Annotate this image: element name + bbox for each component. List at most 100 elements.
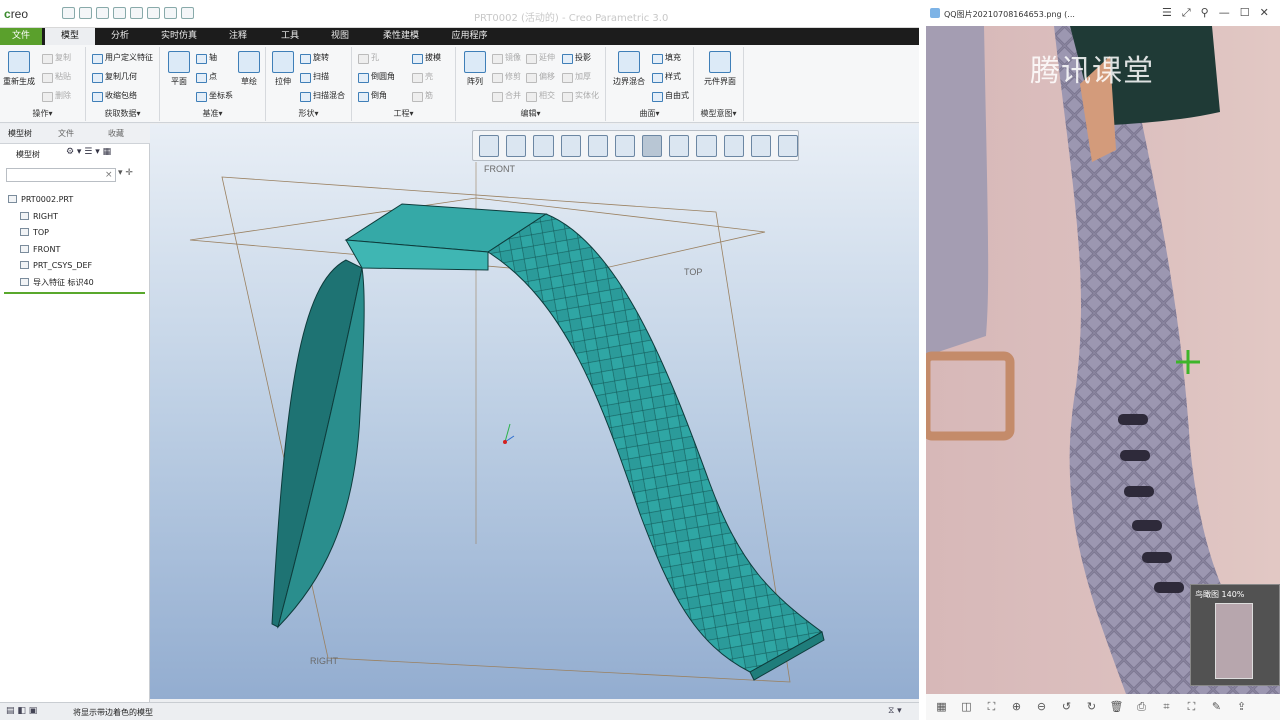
tab-annotate[interactable]: 注释 (218, 28, 258, 45)
tree-item-right[interactable]: RIGHT (0, 209, 150, 226)
top-plane-label[interactable]: TOP (684, 267, 702, 277)
group-label[interactable]: 模型意图▾ (694, 108, 743, 119)
regenerate-button[interactable]: 重新生成 (2, 51, 36, 87)
delete-button[interactable]: 删除 (42, 90, 71, 102)
tab-file[interactable]: 文件 (0, 28, 42, 45)
extend-button[interactable]: 延伸 (526, 52, 555, 64)
chamfer-button[interactable]: 倒角 (358, 90, 387, 102)
copy-geometry-button[interactable]: 复制几何 (92, 71, 137, 83)
zoom-in-icon[interactable]: ⊕ (1009, 700, 1024, 714)
udf-button[interactable]: 用户定义特征 (92, 52, 153, 64)
navigator-thumbnail[interactable]: 鸟瞰图 140% (1190, 584, 1280, 686)
axis-display-icon[interactable] (696, 134, 717, 157)
thicken-button[interactable]: 加厚 (562, 71, 591, 83)
grid-icon[interactable]: ▦ (934, 700, 949, 714)
tab-analysis[interactable]: 分析 (100, 28, 140, 45)
windows-icon[interactable] (164, 7, 177, 19)
zoom-out-icon[interactable] (533, 134, 554, 157)
point-button[interactable]: 点 (196, 71, 217, 83)
share-icon[interactable]: ⇪ (1234, 700, 1249, 714)
point-display-icon[interactable] (723, 134, 744, 157)
edit-icon[interactable]: ✎ (1209, 700, 1224, 714)
style-button[interactable]: 样式 (652, 71, 681, 83)
tree-item-csys[interactable]: PRT_CSYS_DEF (0, 258, 150, 275)
trim-button[interactable]: 修剪 (492, 71, 521, 83)
plane-button[interactable]: 平面 (162, 51, 196, 87)
tab-model-tree[interactable]: 模型树 (8, 128, 32, 139)
fill-button[interactable]: 填充 (652, 52, 681, 64)
fit-icon[interactable]: ⛶ (984, 700, 999, 714)
tree-item-import-feature[interactable]: 导入特征 标识40 (0, 275, 150, 292)
save-icon[interactable] (96, 7, 109, 19)
solidify-button[interactable]: 实体化 (562, 90, 599, 102)
regenerate-icon[interactable] (147, 7, 160, 19)
actual-size-icon[interactable]: ◫ (959, 700, 974, 714)
tab-view[interactable]: 视图 (320, 28, 360, 45)
display-style-icon[interactable] (642, 134, 663, 157)
annotation-display-icon[interactable] (777, 134, 799, 157)
csys-button[interactable]: 坐标系 (196, 90, 233, 102)
refit-icon[interactable] (479, 134, 500, 157)
revolve-button[interactable]: 旋转 (300, 52, 329, 64)
close-window-icon[interactable] (181, 7, 194, 19)
hole-button[interactable]: 孔 (358, 52, 379, 64)
zoom-out-icon[interactable]: ⊖ (1034, 700, 1049, 714)
tab-tools[interactable]: 工具 (270, 28, 310, 45)
group-label[interactable]: 工程▾ (352, 108, 455, 119)
tree-item-part[interactable]: PRT0002.PRT (0, 192, 150, 209)
draft-button[interactable]: 拔模 (412, 52, 441, 64)
ocr-icon[interactable]: ⛶ (1184, 700, 1199, 714)
window-controls[interactable]: ☰⤢⚲—☐✕ (1162, 6, 1279, 20)
sketch-button[interactable]: 草绘 (232, 51, 266, 87)
repaint-icon[interactable] (560, 134, 581, 157)
group-label[interactable]: 操作▾ (0, 108, 85, 119)
tree-settings-icon[interactable]: ⚙ ▾ ☰ ▾ ▦ (66, 147, 111, 157)
crop-icon[interactable]: ⌗ (1159, 700, 1174, 714)
open-icon[interactable] (79, 7, 92, 19)
graphics-window[interactable]: FRONT TOP RIGHT (150, 124, 919, 699)
tree-search-input[interactable] (6, 168, 116, 182)
csys-display-icon[interactable] (750, 134, 771, 157)
zoom-in-icon[interactable] (506, 134, 527, 157)
merge-button[interactable]: 合并 (492, 90, 521, 102)
axis-button[interactable]: 轴 (196, 52, 217, 64)
group-label[interactable]: 获取数据▾ (86, 108, 159, 119)
print-icon[interactable]: ⎙ (1134, 700, 1149, 714)
round-button[interactable]: 倒圆角 (358, 71, 395, 83)
intersect-button[interactable]: 相交 (526, 90, 555, 102)
tab-favorites[interactable]: 收藏 (108, 128, 124, 139)
project-button[interactable]: 投影 (562, 52, 591, 64)
rotate-left-icon[interactable]: ↺ (1059, 700, 1074, 714)
extrude-button[interactable]: 拉伸 (266, 51, 300, 87)
swept-blend-button[interactable]: 扫描混合 (300, 90, 345, 102)
redo-icon[interactable] (130, 7, 143, 19)
group-label[interactable]: 编辑▾ (456, 108, 605, 119)
component-interface-button[interactable]: 元件界面 (700, 51, 740, 87)
group-label[interactable]: 形状▾ (266, 108, 351, 119)
paste-button[interactable]: 粘贴 (42, 71, 71, 83)
tree-item-front[interactable]: FRONT (0, 242, 150, 259)
tab-model[interactable]: 模型 (45, 28, 95, 45)
tree-filter-icon[interactable]: ▾ ✛ (118, 168, 133, 178)
group-label[interactable]: 曲面▾ (606, 108, 693, 119)
undo-icon[interactable] (113, 7, 126, 19)
front-plane-label[interactable]: FRONT (484, 164, 515, 174)
clear-icon[interactable]: × (105, 170, 113, 180)
right-plane-label[interactable]: RIGHT (310, 656, 339, 666)
group-label[interactable]: 基准▾ (160, 108, 265, 119)
freestyle-button[interactable]: 自由式 (652, 90, 689, 102)
tab-applications[interactable]: 应用程序 (442, 28, 497, 45)
saved-orientations-icon[interactable] (587, 134, 608, 157)
filter-icon[interactable]: ⧖ ▾ (888, 706, 902, 716)
rib-button[interactable]: 筋 (412, 90, 433, 102)
view-manager-icon[interactable] (614, 134, 636, 157)
tab-files[interactable]: 文件 (58, 128, 74, 139)
copy-button[interactable]: 复制 (42, 52, 71, 64)
offset-button[interactable]: 偏移 (526, 71, 555, 83)
tree-item-top[interactable]: TOP (0, 225, 150, 242)
tab-flexible-modeling[interactable]: 柔性建模 (372, 28, 430, 45)
shrinkwrap-button[interactable]: 收缩包络 (92, 90, 137, 102)
sweep-button[interactable]: 扫描 (300, 71, 329, 83)
boundary-blend-button[interactable]: 边界混合 (608, 51, 650, 87)
delete-icon[interactable]: 🗑 (1109, 700, 1124, 714)
